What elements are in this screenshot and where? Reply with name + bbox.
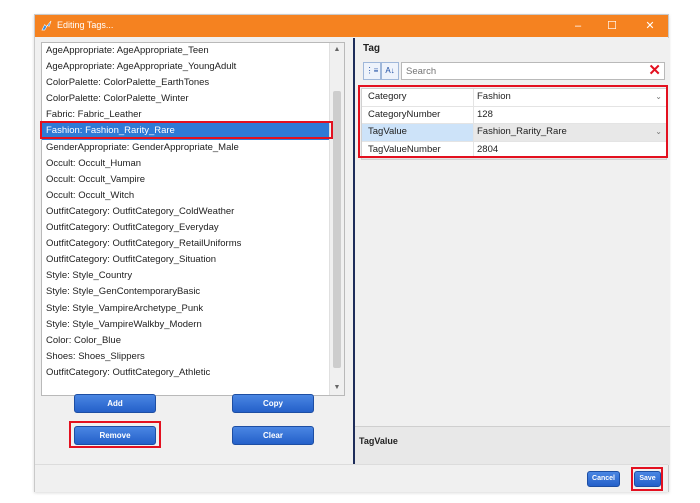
clear-search-icon[interactable]: ✕: [648, 61, 661, 79]
copy-button[interactable]: Copy: [232, 394, 314, 413]
save-button[interactable]: Save: [634, 471, 661, 487]
tag-list-item[interactable]: Style: Style_Country: [42, 268, 344, 284]
tag-list-item[interactable]: Style: Style_VampireArchetype_Punk: [42, 301, 344, 317]
property-value[interactable]: Fashion ⌄: [474, 89, 666, 106]
tag-list-item[interactable]: OutfitCategory: OutfitCategory_Situation: [42, 252, 344, 268]
property-grid: Category Fashion ⌄ CategoryNumber 128 TagValu…: [361, 88, 667, 160]
scroll-up-icon[interactable]: ▲: [330, 43, 344, 57]
editing-tags-window: Editing Tags... – ☐ ✕ AgeAppropriate: Ag…: [34, 14, 670, 492]
property-value-text: Fashion: [477, 91, 511, 102]
close-window-button[interactable]: ✕: [638, 18, 662, 34]
property-row[interactable]: TagValueNumber 2804: [362, 141, 666, 159]
property-key: TagValueNumber: [362, 141, 474, 158]
alphabetical-sort-icon[interactable]: A↓: [381, 62, 399, 80]
tag-properties-panel: Tag ⋮≡ A↓ ✕ CategoryFashion⌄CategoryNumb…: [353, 38, 670, 465]
tag-list-item[interactable]: Occult: Occult_Witch: [42, 188, 344, 204]
tag-list-item[interactable]: Fabric: Fabric_Leather: [42, 107, 344, 123]
tag-list-item[interactable]: OutfitCategory: OutfitCategory_Athletic: [42, 365, 344, 381]
property-value-text: 2804: [477, 143, 499, 155]
search-input[interactable]: [402, 63, 640, 79]
tag-list-item[interactable]: Style: Style_GenContemporaryBasic: [42, 284, 344, 300]
property-value-text: 128: [477, 108, 493, 120]
dialog-footer: Cancel Save: [35, 464, 668, 492]
search-box[interactable]: ✕: [401, 62, 665, 80]
categorized-sort-icon[interactable]: ⋮≡: [363, 62, 381, 80]
tag-list-item[interactable]: Style: Style_VampireWalkby_Modern: [42, 317, 344, 333]
tags-list[interactable]: AgeAppropriate: AgeAppropriate_Teen AgeAp…: [41, 42, 345, 396]
title-bar[interactable]: Editing Tags... – ☐ ✕: [35, 15, 668, 37]
property-row[interactable]: TagValue Fashion_Rarity_Rare ⌄: [362, 124, 666, 142]
property-description-title: TagValue: [359, 436, 398, 446]
tag-list-item[interactable]: OutfitCategory: OutfitCategory_RetailUni…: [42, 236, 344, 252]
tag-list-item[interactable]: OutfitCategory: OutfitCategory_Everyday: [42, 220, 344, 236]
property-value[interactable]: Fashion_Rarity_Rare ⌄: [474, 124, 666, 141]
tag-list-item[interactable]: AgeAppropriate: AgeAppropriate_Teen: [42, 43, 344, 59]
add-button[interactable]: Add: [74, 394, 156, 413]
property-value[interactable]: 128: [474, 107, 666, 124]
tag-list-item[interactable]: Occult: Occult_Vampire: [42, 172, 344, 188]
scroll-down-icon[interactable]: ▼: [330, 381, 344, 395]
tag-list-item[interactable]: GenderAppropriate: GenderAppropriate_Mal…: [42, 140, 344, 156]
tags-list-items: AgeAppropriate: AgeAppropriate_Teen AgeAp…: [42, 43, 344, 381]
property-row[interactable]: CategoryNumber 128: [362, 106, 666, 124]
app-icon: [41, 20, 52, 31]
tag-list-item[interactable]: ColorPalette: ColorPalette_EarthTones: [42, 75, 344, 91]
minimize-button[interactable]: –: [566, 18, 590, 34]
tag-list-item[interactable]: Fashion: Fashion_Rarity_Rare: [42, 123, 344, 140]
maximize-button[interactable]: ☐: [600, 18, 624, 34]
tag-list-item[interactable]: Shoes: Shoes_Slippers: [42, 349, 344, 365]
tag-panel-header: Tag: [363, 43, 381, 54]
property-key: Category: [362, 89, 474, 106]
chevron-down-icon[interactable]: ⌄: [655, 89, 662, 105]
tag-list-item[interactable]: Color: Color_Blue: [42, 333, 344, 349]
cancel-button[interactable]: Cancel: [587, 471, 620, 487]
property-row[interactable]: Category Fashion ⌄: [362, 89, 666, 107]
window-title: Editing Tags...: [57, 20, 114, 30]
remove-button[interactable]: Remove: [74, 426, 156, 445]
property-value[interactable]: 2804: [474, 142, 666, 159]
tag-list-item[interactable]: OutfitCategory: OutfitCategory_ColdWeath…: [42, 204, 344, 220]
tag-list-item[interactable]: ColorPalette: ColorPalette_Winter: [42, 91, 344, 107]
property-value-text: Fashion_Rarity_Rare: [477, 126, 567, 137]
tags-list-scrollbar[interactable]: ▲ ▼: [329, 43, 344, 395]
property-key: TagValue: [362, 124, 474, 141]
property-description-panel: TagValue: [355, 426, 670, 465]
chevron-down-icon[interactable]: ⌄: [655, 124, 662, 140]
tag-list-item[interactable]: AgeAppropriate: AgeAppropriate_YoungAdul…: [42, 59, 344, 75]
clear-button[interactable]: Clear: [232, 426, 314, 445]
tag-list-item[interactable]: Occult: Occult_Human: [42, 156, 344, 172]
scroll-thumb[interactable]: [333, 91, 341, 368]
property-key: CategoryNumber: [362, 106, 474, 123]
